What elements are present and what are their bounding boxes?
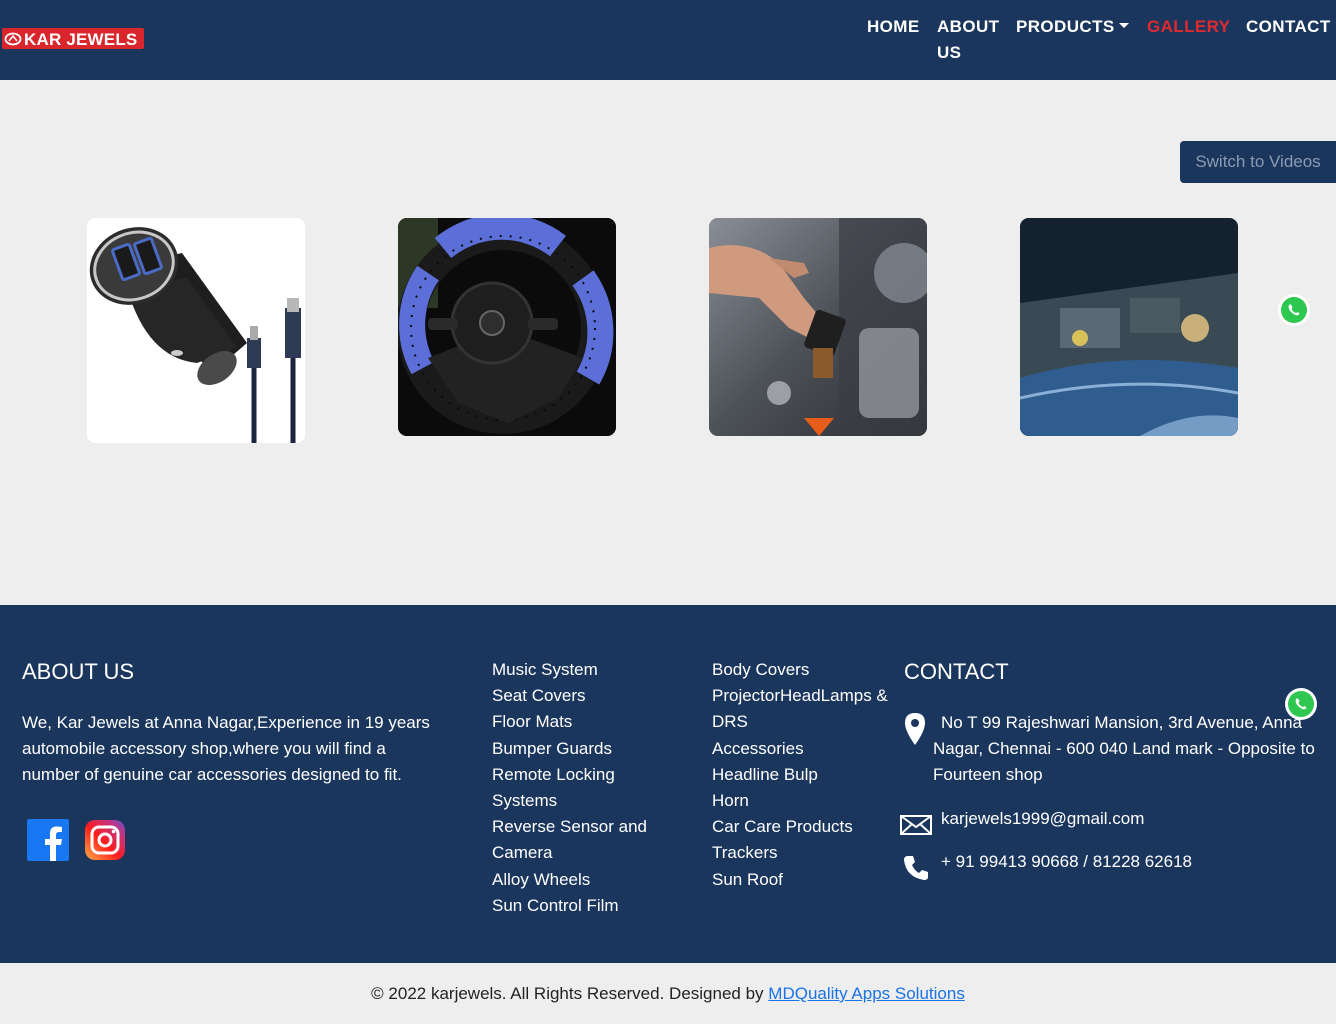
email-envelope-icon [900,815,932,840]
caret-down-icon [1118,23,1129,29]
footer-link-alloy-wheels[interactable]: Alloy Wheels [492,867,682,893]
nav-products[interactable]: PRODUCTS [1016,14,1129,40]
footer-link-projector-headlamps[interactable]: ProjectorHeadLamps & DRS [712,683,888,735]
nav-about-us[interactable]: ABOUT US [937,14,1007,66]
nav-products-label: PRODUCTS [1016,17,1115,36]
site-footer: ABOUT US We, Kar Jewels at Anna Nagar,Ex… [0,605,1336,963]
gallery-image-steering-cover[interactable] [398,218,616,436]
nav-home[interactable]: HOME [867,14,920,40]
footer-link-bumper-guards[interactable]: Bumper Guards [492,736,682,762]
location-pin-icon [904,712,926,751]
instagram-icon[interactable] [84,819,126,861]
footer-email[interactable]: karjewels1999@gmail.com [941,806,1144,832]
gallery-image-car-charger[interactable] [87,218,305,443]
footer-link-sun-control-film[interactable]: Sun Control Film [492,893,682,919]
copyright-text: © 2022 karjewels. All Rights Reserved. D… [371,984,764,1003]
phone-icon [903,855,929,886]
footer-link-car-care[interactable]: Car Care Products [712,814,888,840]
footer-products-list-2: Body Covers ProjectorHeadLamps & DRS Acc… [712,657,888,893]
footer-link-seat-covers[interactable]: Seat Covers [492,683,682,709]
gallery-image-headlight-bulb[interactable] [709,218,927,436]
brand-logo[interactable]: KAR JEWELS [2,28,144,49]
logo-ring-icon [2,28,24,49]
designer-link[interactable]: MDQuality Apps Solutions [768,984,965,1003]
nav-gallery[interactable]: GALLERY [1147,14,1230,40]
footer-link-accessories[interactable]: Accessories [712,736,888,762]
footer-link-reverse-sensor[interactable]: Reverse Sensor and Camera [492,814,662,866]
brand-name: KAR JEWELS [24,30,138,49]
footer-link-floor-mats[interactable]: Floor Mats [492,709,682,735]
whatsapp-footer-icon[interactable] [1284,687,1318,721]
nav-contact[interactable]: CONTACT [1246,14,1331,40]
footer-contact-heading: CONTACT [904,659,1009,684]
footer-link-body-covers[interactable]: Body Covers [712,657,888,683]
top-navbar: KAR JEWELS HOME ABOUT US PRODUCTS GALLER… [0,0,1336,80]
footer-link-headline-bulb[interactable]: Headline Bulp [712,762,888,788]
footer-link-trackers[interactable]: Trackers [712,840,888,866]
footer-address: No T 99 Rajeshwari Mansion, 3rd Avenue, … [933,713,1315,784]
footer-products-list-1: Music System Seat Covers Floor Mats Bump… [492,657,682,919]
footer-link-remote-locking[interactable]: Remote Locking Systems [492,762,632,814]
facebook-icon[interactable] [27,819,69,861]
switch-to-videos-button[interactable]: Switch to Videos [1180,141,1336,183]
gallery-image-engine-bay[interactable] [1020,218,1238,436]
footer-link-sun-roof[interactable]: Sun Roof [712,867,888,893]
footer-link-music-system[interactable]: Music System [492,657,682,683]
copyright-bar: © 2022 karjewels. All Rights Reserved. D… [0,963,1336,1024]
footer-phone[interactable]: + 91 99413 90668 / 81228 62618 [941,849,1192,875]
footer-about-text: We, Kar Jewels at Anna Nagar,Experience … [22,713,430,784]
whatsapp-icon[interactable] [1277,293,1311,327]
footer-link-horn[interactable]: Horn [712,788,888,814]
footer-about-heading: ABOUT US [22,659,135,684]
